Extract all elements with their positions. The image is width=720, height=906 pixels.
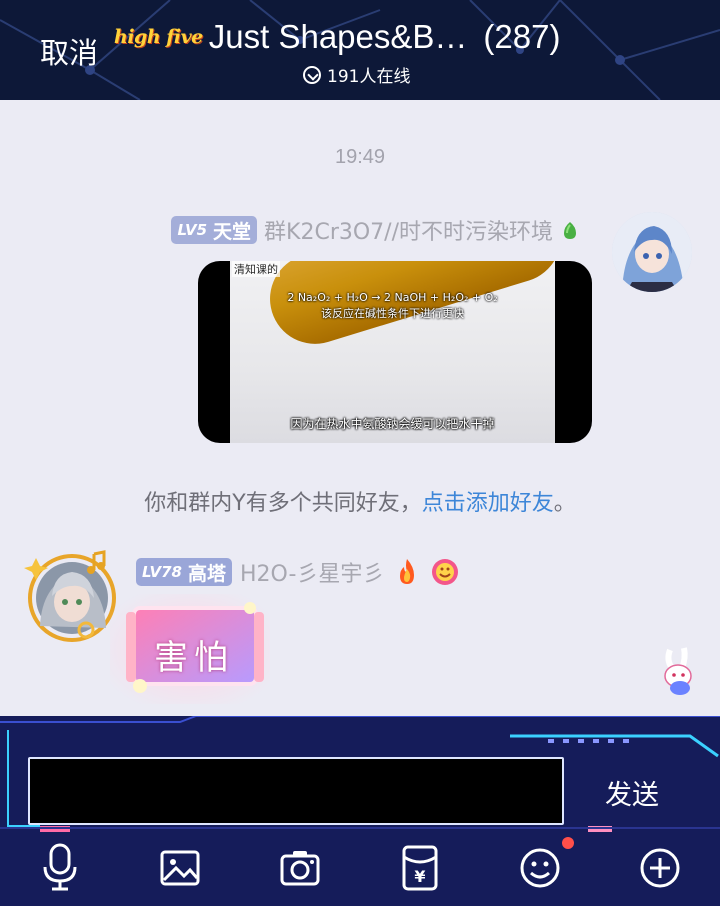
smiley-flower-icon: [432, 559, 459, 585]
sticker-text: 害怕: [154, 638, 234, 678]
cancel-button[interactable]: 取消: [40, 30, 98, 72]
chevron-down-icon: [303, 65, 321, 84]
sticker-message[interactable]: 害怕: [110, 594, 270, 704]
video-message[interactable]: 清知课的 2 Na₂O₂ + H₂O → 2 NaOH + H₂O₂ + O₂ …: [198, 261, 592, 443]
red-packet-icon[interactable]: ¥: [390, 838, 450, 898]
avatar[interactable]: [612, 212, 692, 292]
fire-icon: [400, 559, 415, 584]
brand-logo: high five: [114, 26, 203, 48]
video-frame: 清知课的 2 Na₂O₂ + H₂O → 2 NaOH + H₂O₂ + O₂ …: [230, 261, 555, 443]
video-equation: 2 Na₂O₂ + H₂O → 2 NaOH + H₂O₂ + O₂: [287, 291, 498, 304]
chat-header: 取消 high five Just Shapes&B… (287) 191人在线: [0, 0, 720, 100]
sprout-icon: [564, 222, 576, 239]
send-button[interactable]: 发送: [592, 768, 672, 816]
input-toolbar: ¥: [0, 838, 720, 898]
input-panel: 发送 ¥: [0, 716, 720, 906]
level-badge: LV5 天堂: [171, 216, 258, 244]
bunny-mascot-icon[interactable]: [656, 646, 704, 696]
message-sender-info: LV78 高塔 H2O-彡星宇彡: [136, 556, 460, 588]
svg-text:¥: ¥: [414, 867, 425, 886]
video-subtitle: 因为在热水中氨酸钠会缓可以把水干掉: [290, 417, 495, 431]
sender-nickname[interactable]: 群K2Cr3O7//时不时污染环境: [264, 214, 553, 246]
video-note: 该反应在碱性条件下进行更快: [321, 307, 464, 320]
chat-title[interactable]: high five Just Shapes&B… (287): [114, 14, 560, 60]
online-count: 191人在线: [327, 67, 411, 87]
plus-icon[interactable]: [630, 838, 690, 898]
member-count: (287): [483, 18, 561, 55]
microphone-icon[interactable]: [30, 838, 90, 898]
message-timestamp: 19:49: [334, 146, 386, 168]
message-sender-info: LV5 天堂 群K2Cr3O7//时不时污染环境: [171, 214, 580, 246]
add-friend-link[interactable]: 点击添加好友: [422, 491, 554, 516]
system-notice: 你和群内Y有多个共同好友，点击添加好友。: [144, 491, 576, 516]
online-status[interactable]: 191人在线: [303, 62, 410, 87]
message-input[interactable]: [28, 757, 564, 825]
level-badge: LV78 高塔: [136, 558, 232, 586]
anime-avatar-image: [612, 212, 692, 292]
video-caption-top: 清知课的: [232, 261, 280, 277]
group-name: Just Shapes&B…: [208, 18, 468, 55]
sender-nickname[interactable]: H2O-彡星宇彡: [240, 556, 384, 588]
avatar-frame-image: [24, 550, 116, 642]
image-icon[interactable]: [150, 838, 210, 898]
camera-icon[interactable]: [270, 838, 330, 898]
emoji-icon[interactable]: [510, 838, 570, 898]
notification-dot: [562, 837, 574, 849]
avatar[interactable]: [20, 546, 118, 644]
